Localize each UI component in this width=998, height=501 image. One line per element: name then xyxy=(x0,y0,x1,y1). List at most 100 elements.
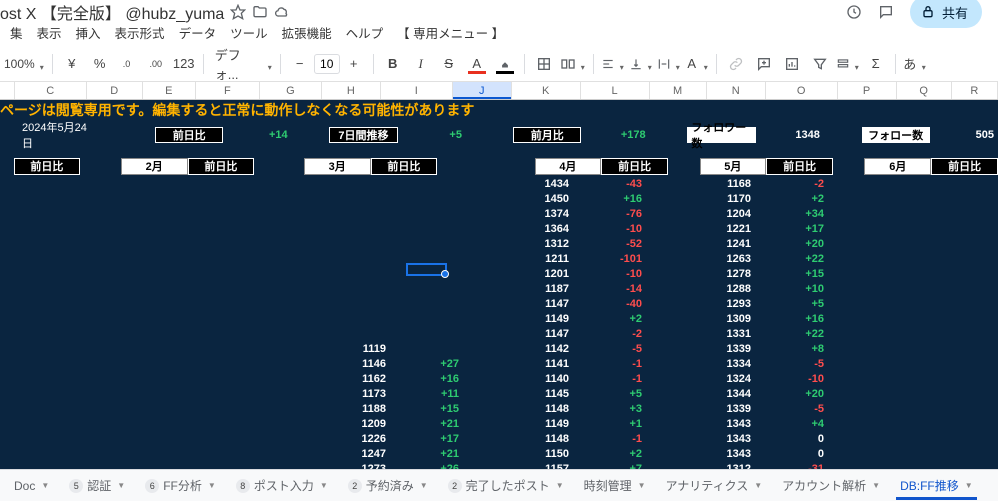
grid-area[interactable]: ページは閲覧専用です。編集すると正常に動作しなくなる可能性があります 2024年… xyxy=(0,100,998,490)
borders-button[interactable] xyxy=(532,51,556,77)
data-cell: +34 xyxy=(758,206,828,221)
h-align-button[interactable] xyxy=(601,51,625,77)
chevron-down-icon[interactable]: ▼ xyxy=(208,481,216,490)
zoom-select[interactable]: 100% xyxy=(4,51,45,77)
tab-label: FF分析 xyxy=(163,477,202,494)
chevron-down-icon[interactable]: ▼ xyxy=(965,481,973,490)
data-cell: -5 xyxy=(576,341,646,356)
data-cell: 1147 xyxy=(503,326,573,341)
italic-button[interactable]: I xyxy=(409,51,433,77)
data-cell: 1209 xyxy=(320,416,390,431)
insert-comment-button[interactable] xyxy=(752,51,776,77)
input-tools-button[interactable]: あ xyxy=(903,51,927,77)
chevron-down-icon[interactable]: ▼ xyxy=(320,481,328,490)
insert-chart-button[interactable] xyxy=(780,51,804,77)
data-cell: 1278 xyxy=(685,266,755,281)
chevron-down-icon[interactable]: ▼ xyxy=(638,481,646,490)
v-align-button[interactable] xyxy=(629,51,653,77)
sheet-tab[interactable]: 5認証▼ xyxy=(61,473,133,499)
menu-item[interactable]: ツール xyxy=(224,21,274,44)
sheet-tab[interactable]: アナリティクス▼ xyxy=(658,473,771,499)
chevron-down-icon[interactable]: ▼ xyxy=(754,481,762,490)
column-header[interactable]: I xyxy=(381,82,453,99)
sheet-tab[interactable]: 2予約済み▼ xyxy=(340,473,436,499)
decrease-font-button[interactable]: − xyxy=(288,51,312,77)
column-header[interactable]: M xyxy=(650,82,707,99)
menu-item[interactable]: 表示 xyxy=(31,21,68,44)
share-button[interactable]: 共有 xyxy=(910,0,982,28)
column-header[interactable]: G xyxy=(260,82,322,99)
cloud-status-icon[interactable] xyxy=(274,4,290,20)
number-format-button[interactable]: 123 xyxy=(172,51,196,77)
link-button[interactable] xyxy=(724,51,748,77)
rotate-text-button[interactable]: A xyxy=(685,51,709,77)
chevron-down-icon[interactable]: ▼ xyxy=(420,481,428,490)
data-cell: 1170 xyxy=(685,191,755,206)
functions-button[interactable]: Σ xyxy=(864,51,888,77)
menu-item[interactable]: 挿入 xyxy=(70,21,107,44)
current-date: 2024年5月24日 xyxy=(18,126,99,144)
font-size-input[interactable] xyxy=(314,54,340,74)
wrap-text-button[interactable] xyxy=(657,51,681,77)
font-select[interactable]: デフォ... xyxy=(211,51,273,77)
data-cell: 1334 xyxy=(685,356,755,371)
star-icon[interactable] xyxy=(230,4,246,20)
sheet-tab[interactable]: アカウント解析▼ xyxy=(774,473,888,499)
month-header-row: 前日比2月前日比3月前日比4月前日比5月前日比6月前日比 xyxy=(0,156,998,176)
menu-item[interactable]: 表示形式 xyxy=(109,21,171,44)
stat-label: フォロー数 xyxy=(862,127,930,143)
chevron-down-icon[interactable]: ▼ xyxy=(556,481,564,490)
column-header[interactable]: J xyxy=(453,82,512,99)
sheet-tab[interactable]: 2完了したポスト▼ xyxy=(440,473,572,499)
filter-views-button[interactable] xyxy=(836,51,860,77)
menu-item[interactable]: 集 xyxy=(4,21,29,44)
sheet-tab[interactable]: DB:FF推移▼ xyxy=(892,473,981,499)
chevron-down-icon[interactable]: ▼ xyxy=(117,481,125,490)
month-label: 4月 xyxy=(535,158,602,175)
chevron-down-icon[interactable]: ▼ xyxy=(872,481,880,490)
fill-color-button[interactable] xyxy=(493,51,517,77)
column-header[interactable]: P xyxy=(838,82,897,99)
column-header[interactable]: R xyxy=(952,82,998,99)
bold-button[interactable]: B xyxy=(381,51,405,77)
menu-item[interactable]: データ xyxy=(173,21,223,44)
increase-decimal-button[interactable]: .00 xyxy=(144,51,168,77)
currency-format-button[interactable]: ¥ xyxy=(60,51,84,77)
comment-icon[interactable] xyxy=(878,4,894,20)
sheet-tab[interactable]: Doc▼ xyxy=(6,473,57,499)
column-header[interactable]: D xyxy=(87,82,143,99)
column-header[interactable] xyxy=(0,82,15,99)
chevron-down-icon[interactable]: ▼ xyxy=(41,481,49,490)
column-header[interactable]: H xyxy=(322,82,381,99)
sheet-tab[interactable]: 6FF分析▼ xyxy=(137,473,224,499)
menu-item[interactable]: 拡張機能 xyxy=(276,21,338,44)
data-cell: 0 xyxy=(758,446,828,461)
history-icon[interactable] xyxy=(846,4,862,20)
merge-cells-button[interactable] xyxy=(560,51,586,77)
column-header[interactable]: N xyxy=(707,82,766,99)
text-color-button[interactable]: A xyxy=(465,51,489,77)
column-header[interactable]: Q xyxy=(897,82,952,99)
column-header[interactable]: C xyxy=(15,82,87,99)
data-cell: 1343 xyxy=(685,446,755,461)
table-row: 1149+21309+16 xyxy=(0,311,998,326)
decrease-decimal-button[interactable]: .0 xyxy=(116,51,140,77)
sheet-tab[interactable]: 時刻管理▼ xyxy=(576,473,654,499)
menu-item[interactable]: ヘルプ xyxy=(340,21,390,44)
column-headers[interactable]: CDEFGHIJKLMNOPQR xyxy=(0,82,998,100)
data-cell: 1343 xyxy=(685,416,755,431)
column-header[interactable]: K xyxy=(512,82,581,99)
menu-item[interactable]: 【 専用メニュー 】 xyxy=(391,21,510,44)
filter-button[interactable] xyxy=(808,51,832,77)
column-header[interactable]: O xyxy=(766,82,838,99)
strikethrough-button[interactable]: S xyxy=(437,51,461,77)
data-cell: -43 xyxy=(576,176,646,191)
increase-font-button[interactable]: + xyxy=(342,51,366,77)
move-folder-icon[interactable] xyxy=(252,4,268,20)
column-header[interactable]: E xyxy=(143,82,196,99)
warning-banner: ページは閲覧専用です。編集すると正常に動作しなくなる可能性があります xyxy=(0,100,998,120)
percent-format-button[interactable]: % xyxy=(88,51,112,77)
sheet-tab[interactable]: 8ポスト入力▼ xyxy=(228,473,336,499)
column-header[interactable]: F xyxy=(196,82,260,99)
column-header[interactable]: L xyxy=(581,82,650,99)
